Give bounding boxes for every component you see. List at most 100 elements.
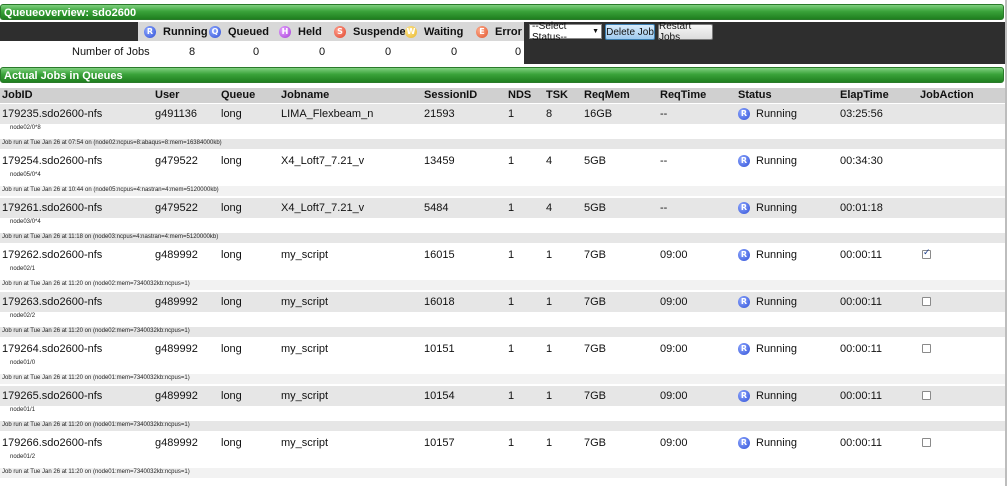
job-tsk: 1 — [546, 343, 553, 355]
job-queue: long — [221, 437, 242, 449]
job-queue: long — [221, 343, 242, 355]
job-nds: 1 — [508, 108, 515, 120]
job-queue: long — [221, 296, 242, 308]
suspended-badge-icon: S — [334, 25, 346, 38]
status-header-suspended: S Suspended — [334, 22, 412, 41]
job-tsk: 1 — [546, 296, 553, 308]
col-sessionid[interactable]: SessionID — [424, 88, 477, 103]
job-node: node02/1 — [10, 266, 36, 272]
job-name: my_script — [281, 296, 329, 308]
col-tsk[interactable]: TSK — [546, 88, 568, 103]
job-run-info: Job run at Tue Jan 26 at 10:44 on (node0… — [2, 187, 219, 193]
job-status-label: Running — [756, 155, 797, 167]
running-status-icon: R — [738, 343, 750, 355]
job-select-checkbox[interactable] — [922, 248, 931, 259]
running-status-icon: R — [738, 155, 750, 167]
status-select[interactable]: --Select Status-- ▼ — [529, 21, 602, 43]
col-jobname[interactable]: Jobname — [281, 88, 329, 103]
job-select-checkbox[interactable] — [922, 297, 931, 306]
job-reqmem: 7GB — [584, 249, 607, 261]
col-reqmem[interactable]: ReqMem — [584, 88, 630, 103]
job-nds: 1 — [508, 155, 515, 167]
job-elaptime: 00:00:11 — [840, 437, 883, 449]
count-running: 8 — [189, 46, 196, 58]
job-run-info: Job run at Tue Jan 26 at 11:20 on (node0… — [2, 328, 190, 334]
count-suspended: 0 — [385, 46, 392, 58]
job-session-id: 10154 — [424, 390, 455, 402]
job-tsk: 8 — [546, 108, 553, 120]
job-row-main: 179235.sdo2600-nfs g491136 long LIMA_Flexbe… — [0, 104, 1007, 124]
job-node: node01/1 — [10, 407, 36, 413]
waiting-badge-icon: W — [405, 25, 417, 38]
job-row: 179261.sdo2600-nfs g479522 long X4_Loft7_7.… — [0, 198, 1007, 244]
job-name: X4_Loft7_7.21_v — [281, 202, 365, 214]
count-held: 0 — [319, 46, 326, 58]
job-reqmem: 7GB — [584, 296, 607, 308]
jobs-table-header: JobID User Queue Jobname SessionID NDS T… — [0, 88, 1007, 103]
job-node: node03/0*4 — [10, 219, 41, 225]
col-jobid[interactable]: JobID — [2, 88, 33, 103]
job-reqtime: 09:00 — [660, 249, 688, 261]
col-queue[interactable]: Queue — [221, 88, 255, 103]
job-name: LIMA_Flexbeam_n — [281, 108, 374, 120]
actual-jobs-title: Actual Jobs in Queues — [4, 70, 123, 82]
job-row: 179265.sdo2600-nfs g489992 long my_script 10… — [0, 386, 1007, 432]
job-node: node02/0*8 — [10, 125, 41, 131]
job-run-info: Job run at Tue Jan 26 at 07:54 on (node0… — [2, 140, 222, 146]
job-nds: 1 — [508, 343, 515, 355]
summary-corner — [0, 22, 138, 41]
job-select-checkbox[interactable] — [922, 344, 931, 353]
job-id: 179266.sdo2600-nfs — [2, 437, 103, 449]
col-reqtime[interactable]: ReqTime — [660, 88, 706, 103]
job-status: R Running — [738, 198, 797, 218]
running-status-icon: R — [738, 296, 750, 308]
status-select-value: --Select Status-- — [532, 20, 568, 43]
job-tsk: 1 — [546, 390, 553, 402]
col-status[interactable]: Status — [738, 88, 772, 103]
job-reqmem: 7GB — [584, 343, 607, 355]
job-reqmem: 5GB — [584, 155, 607, 167]
col-elaptime[interactable]: ElapTime — [840, 88, 889, 103]
job-id: 179235.sdo2600-nfs — [2, 108, 103, 120]
restart-jobs-button[interactable]: Restart Jobs — [658, 21, 713, 43]
job-reqmem: 7GB — [584, 390, 607, 402]
col-user[interactable]: User — [155, 88, 179, 103]
count-queued: 0 — [253, 46, 260, 58]
job-node: node02/2 — [10, 313, 36, 319]
job-status: R Running — [738, 245, 797, 265]
job-select-checkbox[interactable] — [922, 438, 931, 447]
job-id: 179264.sdo2600-nfs — [2, 343, 103, 355]
status-header-running: R Running — [144, 22, 208, 41]
job-id: 179262.sdo2600-nfs — [2, 249, 103, 261]
job-user: g479522 — [155, 202, 198, 214]
job-session-id: 5484 — [424, 202, 449, 214]
status-header-error: E Error — [476, 22, 522, 41]
job-node: node01/2 — [10, 454, 36, 460]
job-row: 179262.sdo2600-nfs g489992 long my_script 16… — [0, 245, 1007, 291]
held-badge-icon: H — [279, 25, 291, 38]
job-session-id: 21593 — [424, 108, 455, 120]
job-status: R Running — [738, 104, 797, 124]
job-status-label: Running — [756, 202, 797, 214]
job-user: g491136 — [155, 108, 198, 120]
delete-job-button[interactable]: Delete Job — [605, 24, 655, 40]
job-row-main: 179254.sdo2600-nfs g479522 long X4_Loft7_7.… — [0, 151, 1007, 171]
job-status: R Running — [738, 151, 797, 171]
job-elaptime: 03:25:56 — [840, 108, 883, 120]
job-row-main: 179262.sdo2600-nfs g489992 long my_script 16… — [0, 245, 1007, 265]
col-nds[interactable]: NDS — [508, 88, 531, 103]
status-label-error: Error — [495, 25, 522, 38]
job-reqtime: 09:00 — [660, 343, 688, 355]
job-select-checkbox[interactable] — [922, 391, 931, 400]
queue-overview-header: Queueoverview: sdo2600 — [0, 4, 1004, 20]
job-run-info: Job run at Tue Jan 26 at 11:20 on (node0… — [2, 375, 190, 381]
job-reqtime: 09:00 — [660, 437, 688, 449]
job-status-label: Running — [756, 296, 797, 308]
running-status-icon: R — [738, 390, 750, 402]
job-session-id: 10157 — [424, 437, 455, 449]
status-label-queued: Queued — [228, 25, 269, 38]
status-header-waiting: W Waiting — [405, 22, 463, 41]
col-jobaction[interactable]: JobAction — [920, 88, 974, 103]
job-session-id: 16018 — [424, 296, 455, 308]
job-row: 179254.sdo2600-nfs g479522 long X4_Loft7_7.… — [0, 151, 1007, 197]
